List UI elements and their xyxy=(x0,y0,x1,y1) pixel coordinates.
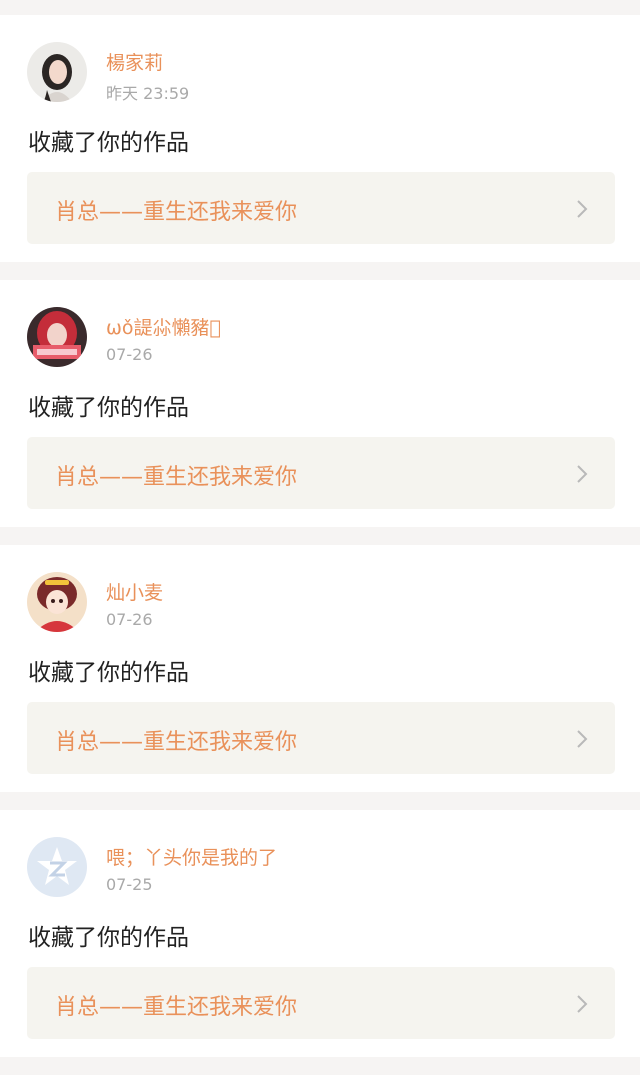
work-title: 肖总——重生还我来爱你 xyxy=(55,995,298,1020)
avatar[interactable] xyxy=(27,307,87,367)
chevron-right-icon xyxy=(577,730,588,748)
work-link[interactable]: 肖总——重生还我来爱你 xyxy=(27,702,615,774)
work-title: 肖总——重生还我来爱你 xyxy=(55,465,298,490)
action-text: 收藏了你的作品 xyxy=(28,130,189,156)
user-photo-icon xyxy=(27,42,87,102)
notification-card: 楊家莉 昨天 23:59 收藏了你的作品 肖总——重生还我来爱你 xyxy=(0,15,640,262)
work-link[interactable]: 肖总——重生还我来爱你 xyxy=(27,437,615,509)
work-link[interactable]: 肖总——重生还我来爱你 xyxy=(27,967,615,1039)
notification-card: ωǒ諟尛懶豬  07-26 收藏了你的作品 肖总——重生还我来爱你 xyxy=(0,280,640,527)
qzone-default-avatar-icon xyxy=(27,837,87,897)
avatar[interactable] xyxy=(27,837,87,897)
work-title: 肖总——重生还我来爱你 xyxy=(55,730,298,755)
work-title: 肖总——重生还我来爱你 xyxy=(55,200,298,225)
timestamp: 07-26 xyxy=(106,345,153,364)
avatar[interactable] xyxy=(27,572,87,632)
username[interactable]: 灿小麦 xyxy=(106,578,163,605)
timestamp: 07-26 xyxy=(106,610,153,629)
notification-card: 灿小麦 07-26 收藏了你的作品 肖总——重生还我来爱你 xyxy=(0,545,640,792)
notification-feed: 楊家莉 昨天 23:59 收藏了你的作品 肖总——重生还我来爱你 ωǒ諟尛懶豬 … xyxy=(0,15,640,1075)
timestamp: 07-25 xyxy=(106,875,153,894)
anime-avatar-icon xyxy=(27,572,87,632)
chevron-right-icon xyxy=(577,465,588,483)
work-link[interactable]: 肖总——重生还我来爱你 xyxy=(27,172,615,244)
action-text: 收藏了你的作品 xyxy=(28,925,189,951)
timestamp: 昨天 23:59 xyxy=(106,84,190,103)
username[interactable]: 楊家莉 xyxy=(106,48,163,75)
chevron-right-icon xyxy=(577,200,588,218)
action-text: 收藏了你的作品 xyxy=(28,395,189,421)
user-photo-icon xyxy=(27,307,87,367)
chevron-right-icon xyxy=(577,995,588,1013)
action-text: 收藏了你的作品 xyxy=(28,660,189,686)
avatar[interactable] xyxy=(27,42,87,102)
username[interactable]: ωǒ諟尛懶豬  xyxy=(106,313,221,340)
notification-card: 喂；丫头你是我的了 07-25 收藏了你的作品 肖总——重生还我来爱你 xyxy=(0,810,640,1057)
username[interactable]: 喂；丫头你是我的了 xyxy=(106,843,277,870)
